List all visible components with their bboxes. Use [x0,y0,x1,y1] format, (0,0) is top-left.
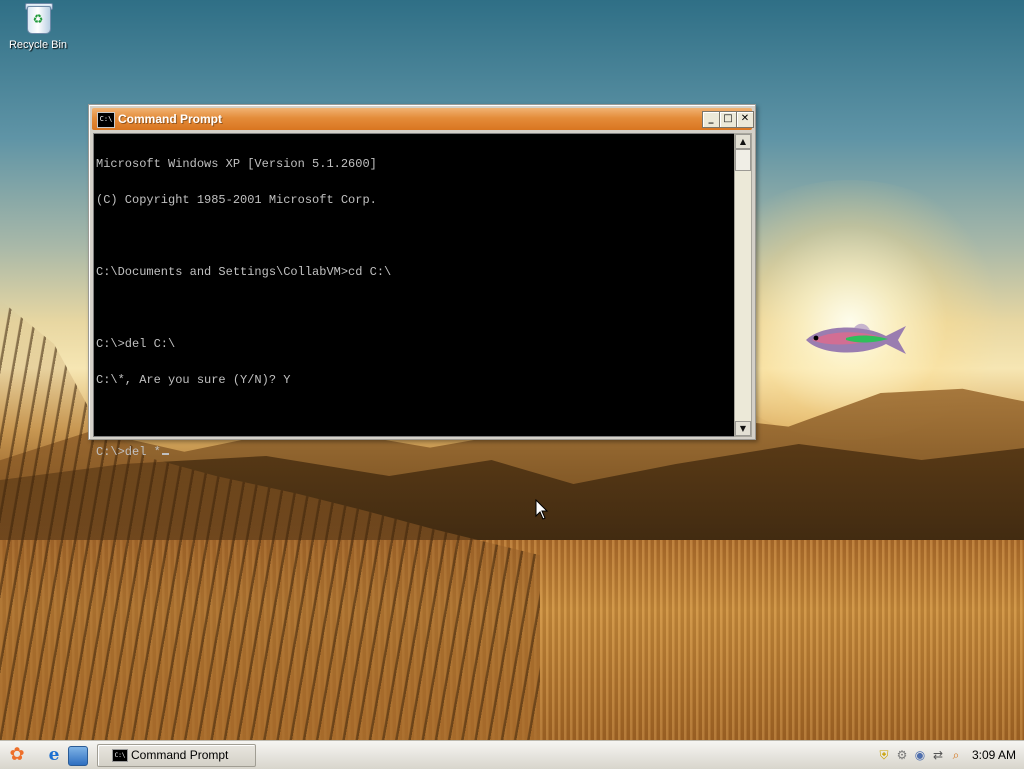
system-clock[interactable]: 3:09 AM [972,748,1016,762]
cmd-icon[interactable]: C:\ [97,112,115,128]
console-line: C:\>del C:\ [96,337,176,351]
desktop-icon-label: Recycle Bin [8,39,68,51]
window-title: Command Prompt [118,112,223,126]
desktop-icon-recycle-bin[interactable]: ♻ Recycle Bin [6,2,70,51]
search-icon[interactable]: ⌕ [948,747,964,763]
recycle-bin-icon: ♻ [23,2,53,34]
console-line: (C) Copyright 1985-2001 Microsoft Corp. [96,193,377,207]
cmd-icon: C:\ [112,749,128,762]
mouse-pointer-icon [535,499,549,520]
scroll-thumb[interactable] [735,149,751,171]
console-line: Microsoft Windows XP [Version 5.1.2600] [96,157,377,171]
close-button[interactable]: ✕ [736,111,754,128]
text-cursor [161,453,169,455]
scroll-up-arrow-icon[interactable]: ▲ [735,134,751,149]
start-menu-button[interactable]: ✿ [6,744,28,766]
internet-explorer-icon[interactable]: e [45,746,63,764]
command-prompt-window[interactable]: C:\ Command Prompt _ □ ✕ Microsoft Windo… [88,104,756,458]
minimize-button[interactable]: _ [702,111,720,128]
taskbar-button-label: Command Prompt [131,748,229,762]
settings-gear-icon[interactable]: ⚙ [894,747,910,763]
show-desktop-icon[interactable] [68,746,88,766]
network-icon[interactable]: ⇄ [930,747,946,763]
console-line: C:\Documents and Settings\CollabVM>cd C:… [96,265,392,279]
fish-icon[interactable] [802,318,912,362]
console-output[interactable]: Microsoft Windows XP [Version 5.1.2600] … [93,133,735,458]
security-shield-icon[interactable]: ⛨ [876,747,892,763]
scroll-down-arrow-icon[interactable]: ▼ [735,421,751,436]
volume-icon[interactable]: ◉ [912,747,928,763]
console-text-block: Microsoft Windows XP [Version 5.1.2600] … [96,134,732,482]
console-input-line[interactable]: C:\>del * [96,446,732,458]
maximize-button[interactable]: □ [719,111,737,128]
console-line: C:\*, Are you sure (Y/N)? Y [96,373,291,387]
taskbar: ✿ e C:\ Command Prompt ⛨ ⚙ ◉ ⇄ ⌕ 3:09 AM [0,740,1024,769]
system-tray: ⛨ ⚙ ◉ ⇄ ⌕ 3:09 AM [870,743,1024,767]
vertical-scrollbar[interactable]: ▲ ▼ [734,133,752,437]
window-titlebar[interactable]: C:\ Command Prompt _ □ ✕ [92,108,754,130]
taskbar-button-command-prompt[interactable]: C:\ Command Prompt [97,744,256,767]
console-current-command: C:\>del * [96,445,161,459]
